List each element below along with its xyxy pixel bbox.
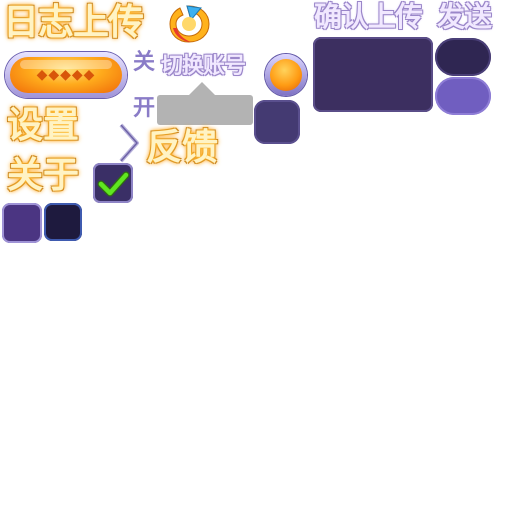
dark-square-button[interactable]: [254, 100, 300, 144]
confirm-upload-label: 确认上传: [314, 0, 423, 33]
send-label: 发送: [437, 0, 492, 33]
purple-swatch-button[interactable]: [2, 203, 42, 243]
checkbox-checked[interactable]: [93, 163, 133, 203]
tooltip-box: [157, 95, 253, 125]
chevron-right-icon[interactable]: [117, 123, 141, 163]
about-title: 关于: [7, 155, 80, 196]
tooltip-arrow: [188, 82, 216, 96]
tencent-logo-icon: [169, 5, 210, 43]
checkmark-icon: [97, 171, 130, 197]
orb-fill: [270, 59, 302, 91]
toggle-off-button[interactable]: [435, 38, 491, 76]
log-upload-title: 日志上传: [3, 2, 144, 43]
switch-off-label: 关: [133, 50, 156, 75]
navy-swatch-button[interactable]: [44, 203, 82, 241]
toggle-on-button[interactable]: [435, 77, 491, 115]
feedback-title: 反馈: [146, 127, 219, 168]
settings-title: 设置: [7, 105, 80, 146]
switch-account-label[interactable]: 切换账号: [161, 56, 246, 78]
pill-fill: ◆◆◆◆◆: [10, 57, 122, 93]
orange-round-button[interactable]: [265, 54, 307, 96]
dark-panel: [313, 37, 433, 112]
switch-on-label: 开: [133, 96, 156, 121]
orange-pill-button[interactable]: ◆◆◆◆◆: [5, 52, 127, 98]
